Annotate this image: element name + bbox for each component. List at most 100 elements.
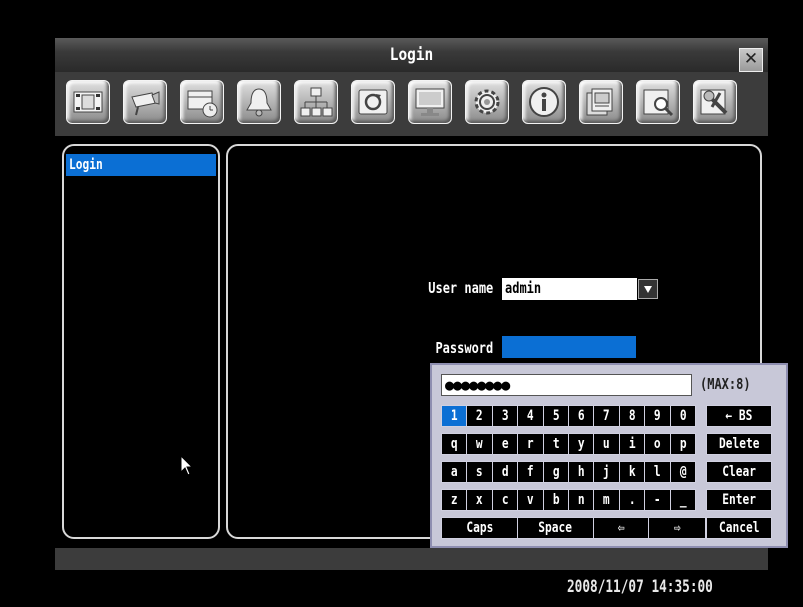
event-icon[interactable] bbox=[579, 80, 623, 124]
key-p[interactable]: p bbox=[669, 433, 696, 455]
key-label: ⇦ bbox=[617, 520, 625, 536]
key-label: Enter bbox=[722, 492, 756, 508]
key-x[interactable]: x bbox=[466, 489, 493, 511]
key-clear[interactable]: Clear bbox=[706, 461, 772, 483]
key-delete[interactable]: Delete bbox=[706, 433, 772, 455]
password-label: Password bbox=[435, 339, 493, 357]
key-label: Delete bbox=[718, 436, 760, 452]
info-icon[interactable] bbox=[522, 80, 566, 124]
key--[interactable]: - bbox=[644, 489, 671, 511]
key-space[interactable]: Space bbox=[517, 517, 594, 539]
key-label: i bbox=[628, 436, 636, 452]
key-9[interactable]: 9 bbox=[644, 405, 671, 427]
search-icon[interactable] bbox=[636, 80, 680, 124]
key-s[interactable]: s bbox=[466, 461, 493, 483]
key-label: c bbox=[501, 492, 509, 508]
key-label: t bbox=[552, 436, 560, 452]
key-w[interactable]: w bbox=[466, 433, 493, 455]
key-z[interactable]: z bbox=[441, 489, 468, 511]
schedule-icon[interactable] bbox=[180, 80, 224, 124]
key-label: . bbox=[628, 492, 636, 508]
key-caps[interactable]: Caps bbox=[441, 517, 518, 539]
key-label: Cancel bbox=[718, 520, 760, 536]
key-u[interactable]: u bbox=[593, 433, 620, 455]
sidebar-item-label: Login bbox=[69, 157, 103, 173]
key-.[interactable]: . bbox=[618, 489, 646, 511]
key-label: x bbox=[476, 492, 483, 508]
key-backspace[interactable]: ← BS bbox=[706, 405, 772, 427]
key-label: r bbox=[527, 436, 534, 452]
key-v[interactable]: v bbox=[517, 489, 544, 511]
backup-icon[interactable] bbox=[351, 80, 395, 124]
key-label: ⇨ bbox=[673, 520, 681, 536]
key-d[interactable]: d bbox=[491, 461, 519, 483]
settings-icon[interactable] bbox=[465, 80, 509, 124]
key-q[interactable]: q bbox=[441, 433, 468, 455]
key-label: v bbox=[527, 492, 534, 508]
key-h[interactable]: h bbox=[568, 461, 595, 483]
key-@[interactable]: @ bbox=[669, 461, 696, 483]
username-dropdown-button[interactable] bbox=[638, 279, 658, 299]
key-t[interactable]: t bbox=[542, 433, 569, 455]
key-label: z bbox=[450, 492, 458, 508]
key-label: q bbox=[450, 436, 458, 452]
key-c[interactable]: c bbox=[491, 489, 519, 511]
key-1[interactable]: 1 bbox=[441, 405, 468, 427]
close-button[interactable]: ✕ bbox=[739, 48, 763, 72]
key-2[interactable]: 2 bbox=[466, 405, 493, 427]
key-label: w bbox=[476, 436, 483, 452]
username-label: User name bbox=[427, 279, 493, 297]
key-label: 0 bbox=[679, 408, 687, 424]
key-label: n bbox=[577, 492, 585, 508]
key-o[interactable]: o bbox=[644, 433, 671, 455]
key-label: ← BS bbox=[725, 408, 753, 424]
key-7[interactable]: 7 bbox=[593, 405, 620, 427]
key-label: a bbox=[450, 464, 458, 480]
network-icon[interactable] bbox=[294, 80, 338, 124]
key-3[interactable]: 3 bbox=[491, 405, 519, 427]
key-8[interactable]: 8 bbox=[618, 405, 646, 427]
key-0[interactable]: 0 bbox=[669, 405, 696, 427]
key-label: m bbox=[603, 492, 610, 508]
key-r[interactable]: r bbox=[517, 433, 544, 455]
key-m[interactable]: m bbox=[593, 489, 620, 511]
key-i[interactable]: i bbox=[618, 433, 646, 455]
key-_[interactable]: _ bbox=[669, 489, 696, 511]
mouse-cursor-icon bbox=[180, 455, 194, 476]
key-6[interactable]: 6 bbox=[568, 405, 595, 427]
key-label: Space bbox=[538, 520, 573, 536]
key-enter[interactable]: Enter bbox=[706, 489, 772, 511]
key-label: u bbox=[603, 436, 610, 452]
password-field[interactable] bbox=[502, 336, 636, 358]
key-label: s bbox=[476, 464, 483, 480]
alarm-icon[interactable] bbox=[237, 80, 281, 124]
key-label: y bbox=[577, 436, 585, 452]
display-icon[interactable] bbox=[408, 80, 452, 124]
key-label: b bbox=[552, 492, 560, 508]
key-f[interactable]: f bbox=[517, 461, 544, 483]
key-left[interactable]: ⇦ bbox=[593, 517, 649, 539]
key-j[interactable]: j bbox=[593, 461, 620, 483]
key-label: 8 bbox=[628, 408, 636, 424]
key-4[interactable]: 4 bbox=[517, 405, 544, 427]
key-y[interactable]: y bbox=[568, 433, 595, 455]
key-label: f bbox=[527, 464, 534, 480]
key-k[interactable]: k bbox=[618, 461, 646, 483]
key-b[interactable]: b bbox=[542, 489, 569, 511]
key-right[interactable]: ⇨ bbox=[648, 517, 706, 539]
camera-icon[interactable] bbox=[123, 80, 167, 124]
key-cancel[interactable]: Cancel bbox=[706, 517, 772, 539]
key-label: d bbox=[501, 464, 509, 480]
key-l[interactable]: l bbox=[644, 461, 671, 483]
status-bar bbox=[55, 548, 768, 570]
tools-icon[interactable] bbox=[693, 80, 737, 124]
record-icon[interactable] bbox=[66, 80, 110, 124]
key-label: 5 bbox=[552, 408, 560, 424]
key-e[interactable]: e bbox=[491, 433, 519, 455]
sidebar bbox=[62, 144, 220, 539]
key-a[interactable]: a bbox=[441, 461, 468, 483]
key-5[interactable]: 5 bbox=[542, 405, 569, 427]
keyboard-input-value: ●●●●●●●● bbox=[445, 376, 510, 394]
key-g[interactable]: g bbox=[542, 461, 569, 483]
key-n[interactable]: n bbox=[568, 489, 595, 511]
